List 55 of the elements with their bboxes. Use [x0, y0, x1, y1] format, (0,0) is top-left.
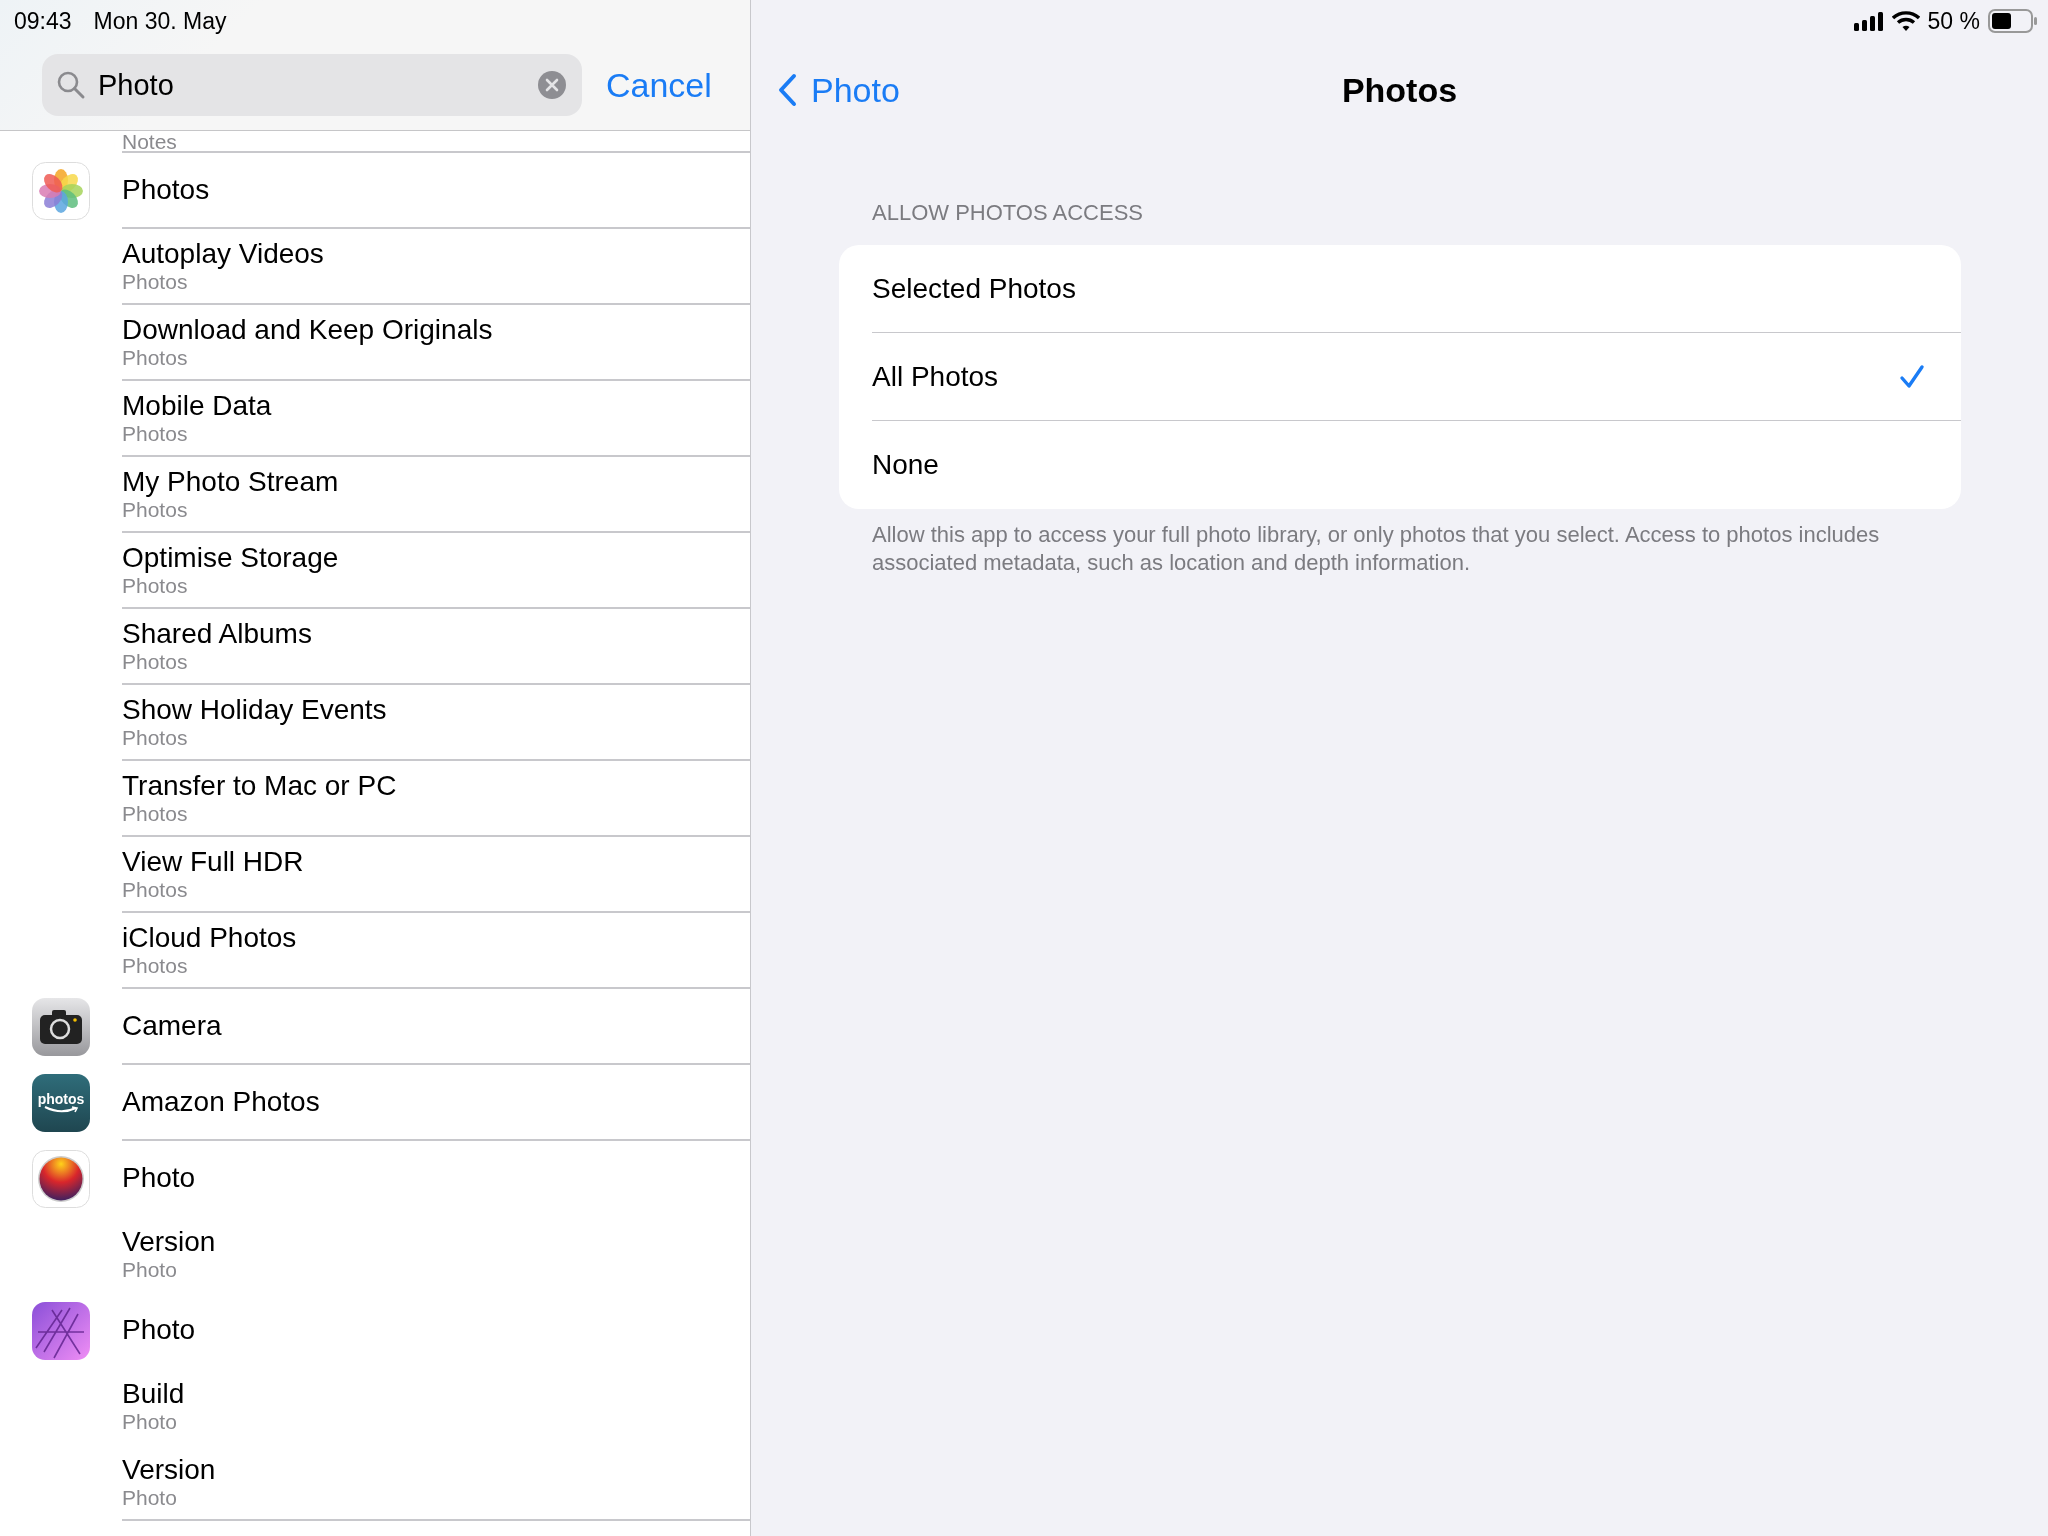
access-option[interactable]: None: [872, 421, 1961, 509]
access-option[interactable]: All Photos: [872, 333, 1961, 421]
wifi-icon: [1891, 10, 1920, 32]
camera-icon: [32, 998, 90, 1056]
clear-icon[interactable]: [538, 71, 566, 99]
result-title[interactable]: My Photo Stream: [122, 466, 750, 498]
amazon-photos-icon: photos: [32, 1074, 90, 1132]
result-title[interactable]: Mobile Data: [122, 390, 750, 422]
result-title[interactable]: Photos: [122, 174, 750, 206]
result-subtitle: Photos: [122, 498, 189, 522]
result-subtitle: Photos: [122, 270, 189, 294]
result-title[interactable]: Show Holiday Events: [122, 694, 750, 726]
result-subtitle: Photos: [122, 650, 189, 674]
result-subtitle: Photos: [122, 878, 189, 902]
result-title[interactable]: Build: [122, 1378, 750, 1410]
result-subtitle: Photos: [122, 726, 189, 750]
result-title[interactable]: Shared Albums: [122, 618, 750, 650]
flower-icon: [32, 162, 90, 220]
result-title[interactable]: View Full HDR: [122, 846, 750, 878]
result-subtitle: Photo: [122, 1410, 178, 1434]
access-option[interactable]: Selected Photos: [872, 245, 1961, 333]
result-subtitle: Photos: [122, 346, 189, 370]
status-time: 09:43: [14, 6, 72, 36]
result-subtitle: Photo: [122, 1486, 178, 1510]
back-button[interactable]: Photo: [777, 64, 900, 116]
orb-icon: [32, 1150, 90, 1208]
result-title[interactable]: Version: [122, 1454, 750, 1486]
aperture-icon: [32, 1302, 90, 1360]
battery-icon: [1988, 9, 2038, 33]
result-subtitle: Photos: [122, 574, 189, 598]
result-subtitle: Photos: [122, 802, 189, 826]
result-title[interactable]: Version: [122, 1226, 750, 1258]
result-title[interactable]: Autoplay Videos: [122, 238, 750, 270]
signal-icon: [1853, 11, 1884, 31]
status-date: Mon 30. May: [93, 6, 227, 36]
result-title[interactable]: Transfer to Mac or PC: [122, 770, 750, 802]
battery-percent: 50 %: [1927, 6, 1980, 36]
cancel-button[interactable]: Cancel: [606, 59, 712, 111]
search-icon: [56, 70, 86, 100]
result-subtitle: Photo: [122, 1258, 178, 1282]
result-title[interactable]: Photo: [122, 1162, 750, 1194]
back-chevron-icon: [777, 73, 797, 107]
footer-text: Allow this app to access your full photo library, or only photos that you select. Access to photos includes associated metadata, such as location and depth information.: [872, 521, 1881, 577]
result-title[interactable]: Photo: [122, 1314, 750, 1346]
search-field[interactable]: Photo: [42, 54, 582, 116]
section-header: ALLOW PHOTOS ACCESS: [872, 199, 1144, 227]
result-title[interactable]: iCloud Photos: [122, 922, 750, 954]
result-title[interactable]: Amazon Photos: [122, 1086, 750, 1118]
result-subtitle: Photos: [122, 954, 189, 978]
result-title[interactable]: Download and Keep Originals: [122, 314, 750, 346]
result-title[interactable]: Camera: [122, 1010, 750, 1042]
result-subtitle: Photos: [122, 422, 189, 446]
result-title[interactable]: Optimise Storage: [122, 542, 750, 574]
result-subtitle: Notes: [122, 131, 178, 153]
page-title: Photos: [1341, 70, 1458, 109]
